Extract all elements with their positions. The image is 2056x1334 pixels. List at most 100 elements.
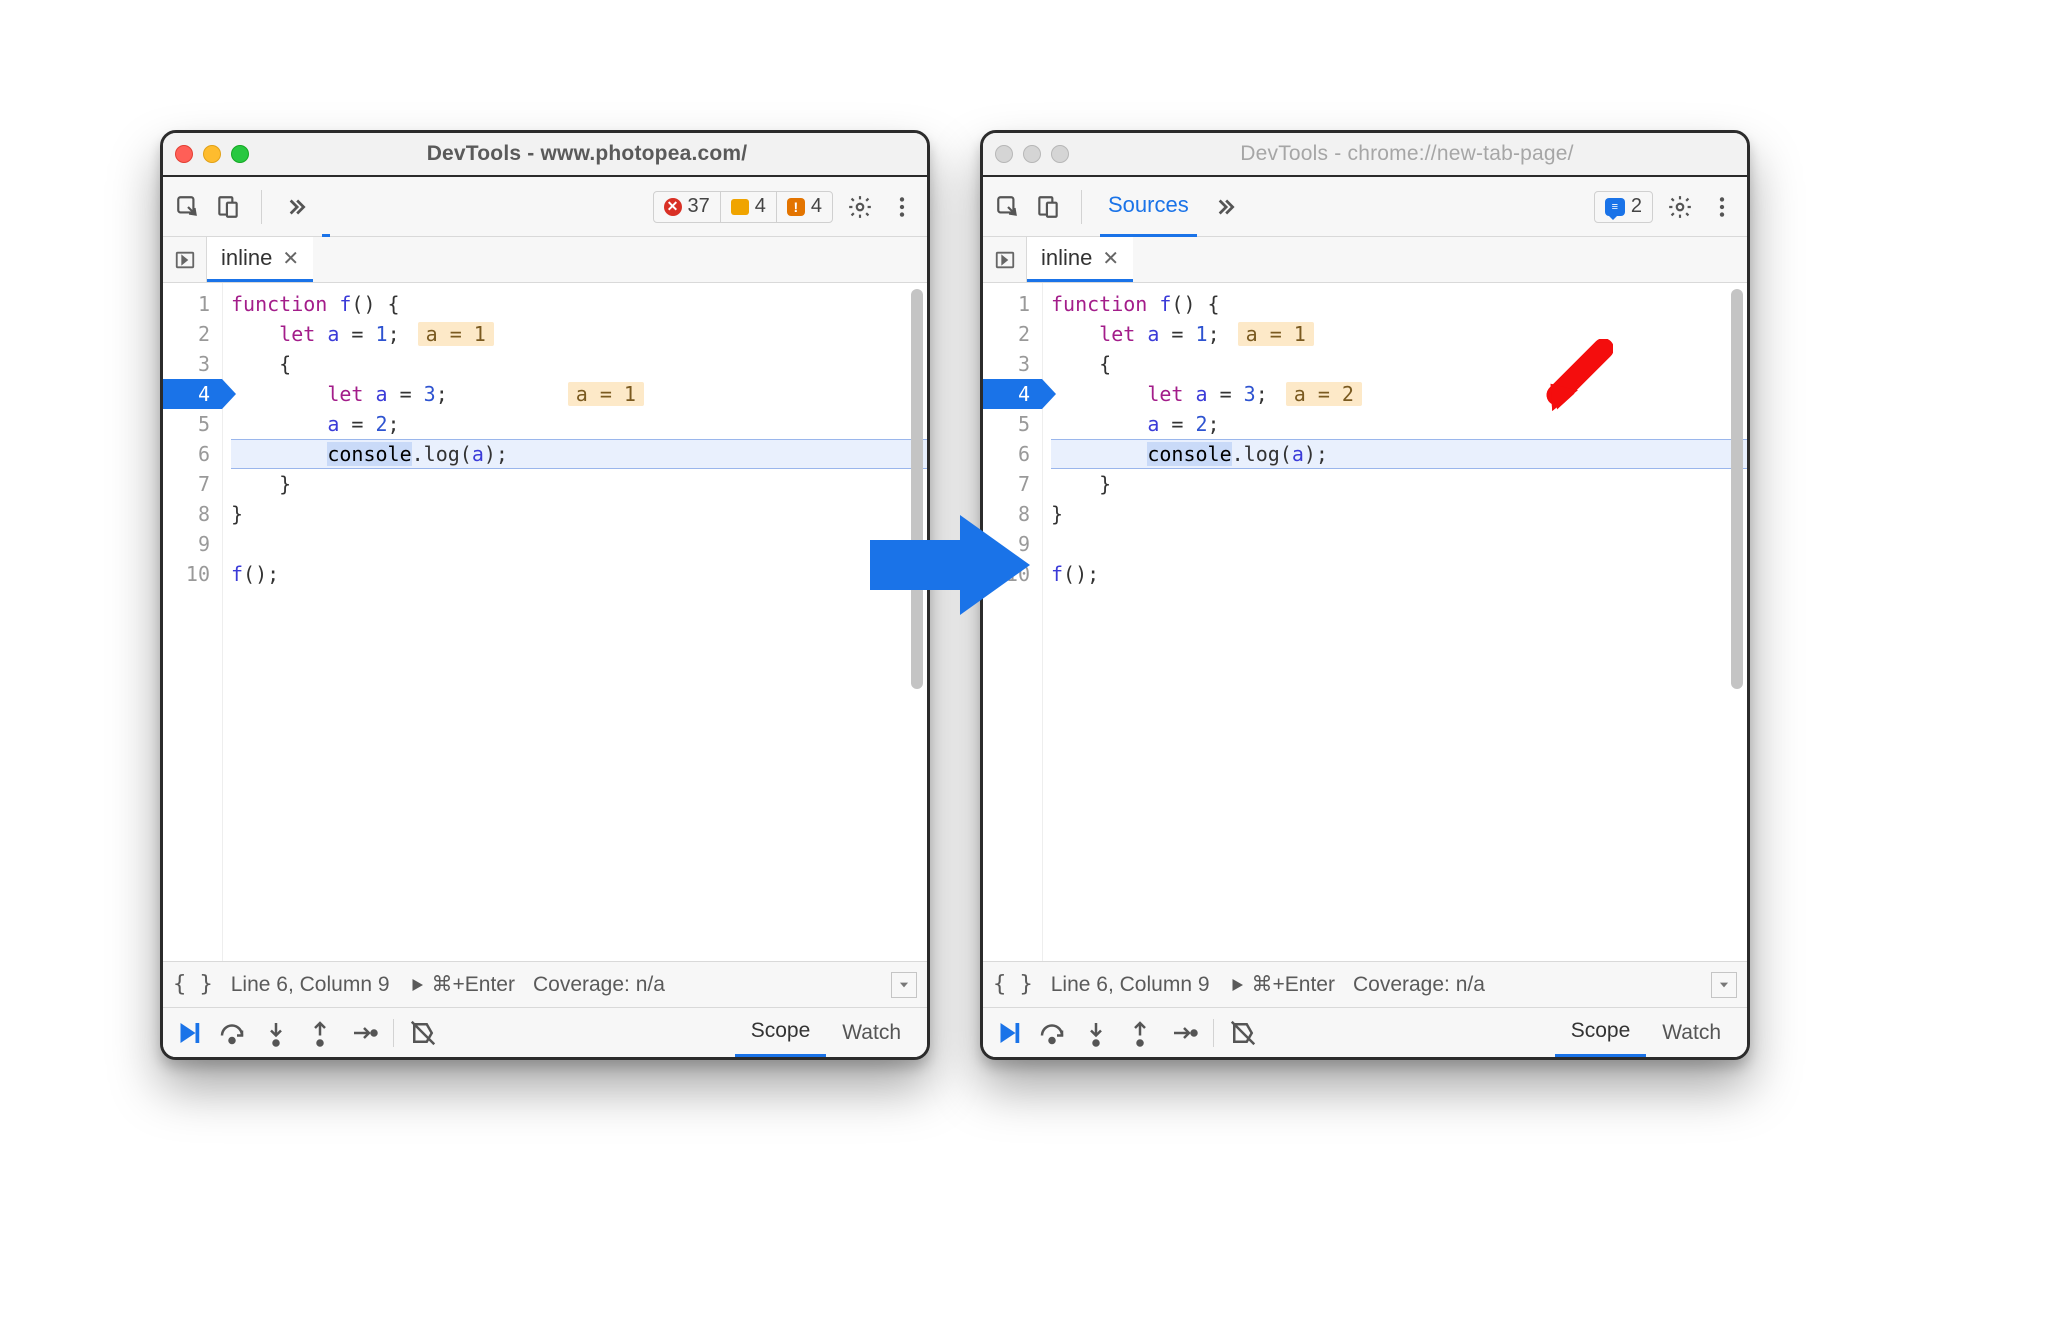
code-line[interactable]: let a = 3;a = 1: [231, 379, 927, 409]
close-dot[interactable]: [175, 145, 193, 163]
line-number[interactable]: 3: [163, 349, 222, 379]
code-line[interactable]: {: [1051, 349, 1747, 379]
deactivate-breakpoints-icon[interactable]: [408, 1018, 438, 1048]
code-line[interactable]: }: [1051, 469, 1747, 499]
resume-icon[interactable]: [993, 1018, 1023, 1048]
coverage-label: Coverage: n/a: [533, 973, 665, 997]
navigator-toggle-icon[interactable]: [163, 237, 207, 282]
line-number[interactable]: 2: [163, 319, 222, 349]
deactivate-breakpoints-icon[interactable]: [1228, 1018, 1258, 1048]
tab-watch[interactable]: Watch: [826, 1008, 917, 1057]
line-number[interactable]: 4: [983, 379, 1042, 409]
code-line[interactable]: a = 2;: [231, 409, 927, 439]
line-number[interactable]: 2: [983, 319, 1042, 349]
tab-scope[interactable]: Scope: [735, 1008, 827, 1057]
more-tabs-icon[interactable]: [1209, 192, 1239, 222]
dropdown-icon[interactable]: [891, 972, 917, 998]
code-line[interactable]: }: [1051, 499, 1747, 529]
device-toggle-icon[interactable]: [213, 192, 243, 222]
more-tabs-icon[interactable]: [280, 192, 310, 222]
line-number[interactable]: 9: [163, 529, 222, 559]
line-number[interactable]: 1: [983, 289, 1042, 319]
info-counter[interactable]: ≡ 2: [1595, 192, 1652, 222]
warning-counter[interactable]: 4: [720, 192, 776, 222]
zoom-dot[interactable]: [231, 145, 249, 163]
line-number[interactable]: 6: [983, 439, 1042, 469]
code-line[interactable]: f();: [231, 559, 927, 589]
step-into-icon[interactable]: [1081, 1018, 1111, 1048]
line-number[interactable]: 3: [983, 349, 1042, 379]
pretty-print-icon[interactable]: { }: [173, 972, 213, 997]
run-snippet[interactable]: ⌘+Enter: [408, 972, 515, 997]
scrollbar[interactable]: [911, 289, 923, 689]
line-number[interactable]: 4: [163, 379, 222, 409]
code-line[interactable]: console.log(a);: [231, 439, 927, 469]
zoom-dot[interactable]: [1051, 145, 1069, 163]
code-line[interactable]: let a = 3;a = 2: [1051, 379, 1747, 409]
inspect-icon[interactable]: [993, 192, 1023, 222]
code-line[interactable]: }: [231, 499, 927, 529]
dropdown-icon[interactable]: [1711, 972, 1737, 998]
titlebar: DevTools - www.photopea.com/: [163, 133, 927, 177]
step-out-icon[interactable]: [305, 1018, 335, 1048]
navigator-toggle-icon[interactable]: [983, 237, 1027, 282]
step-icon[interactable]: [1169, 1018, 1199, 1048]
code-area[interactable]: function f() { let a = 1;a = 1 { let a =…: [1043, 283, 1747, 961]
line-number[interactable]: 7: [163, 469, 222, 499]
tab-scope[interactable]: Scope: [1555, 1008, 1647, 1057]
line-number[interactable]: 8: [163, 499, 222, 529]
close-icon[interactable]: ✕: [282, 246, 299, 271]
line-number[interactable]: 5: [983, 409, 1042, 439]
pretty-print-icon[interactable]: { }: [993, 972, 1033, 997]
code-editor[interactable]: 12345678910 function f() { let a = 1;a =…: [163, 283, 927, 961]
status-bar: { } Line 6, Column 9 ⌘+Enter Coverage: n…: [983, 961, 1747, 1007]
tab-watch[interactable]: Watch: [1646, 1008, 1737, 1057]
kebab-icon[interactable]: [1707, 192, 1737, 222]
line-number[interactable]: 7: [983, 469, 1042, 499]
kebab-icon[interactable]: [887, 192, 917, 222]
error-counter[interactable]: ✕ 37: [654, 192, 720, 222]
code-area[interactable]: function f() { let a = 1;a = 1 { let a =…: [223, 283, 927, 961]
code-line[interactable]: [1051, 529, 1747, 559]
line-number[interactable]: 10: [163, 559, 222, 589]
file-tab-inline[interactable]: inline ✕: [207, 237, 313, 282]
tab-sources[interactable]: Sources: [1100, 177, 1197, 237]
line-number[interactable]: 6: [163, 439, 222, 469]
code-line[interactable]: {: [231, 349, 927, 379]
device-toggle-icon[interactable]: [1033, 192, 1063, 222]
code-line[interactable]: f();: [1051, 559, 1747, 589]
issues-count: 4: [811, 195, 822, 218]
console-counters[interactable]: ✕ 37 4 4: [653, 191, 834, 223]
file-tab-inline[interactable]: inline ✕: [1027, 237, 1133, 282]
code-line[interactable]: let a = 1;a = 1: [1051, 319, 1747, 349]
step-out-icon[interactable]: [1125, 1018, 1155, 1048]
minimize-dot[interactable]: [1023, 145, 1041, 163]
code-line[interactable]: console.log(a);: [1051, 439, 1747, 469]
console-counters[interactable]: ≡ 2: [1594, 191, 1653, 223]
inspect-icon[interactable]: [173, 192, 203, 222]
run-snippet[interactable]: ⌘+Enter: [1228, 972, 1335, 997]
step-into-icon[interactable]: [261, 1018, 291, 1048]
code-line[interactable]: function f() {: [231, 289, 927, 319]
info-icon: ≡: [1605, 198, 1625, 216]
gear-icon[interactable]: [1665, 192, 1695, 222]
close-icon[interactable]: ✕: [1102, 246, 1119, 271]
step-over-icon[interactable]: [1037, 1018, 1067, 1048]
close-dot[interactable]: [995, 145, 1013, 163]
code-line[interactable]: }: [231, 469, 927, 499]
scrollbar[interactable]: [1731, 289, 1743, 689]
code-line[interactable]: function f() {: [1051, 289, 1747, 319]
step-over-icon[interactable]: [217, 1018, 247, 1048]
code-editor[interactable]: 12345678910 function f() { let a = 1;a =…: [983, 283, 1747, 961]
code-line[interactable]: let a = 1;a = 1: [231, 319, 927, 349]
minimize-dot[interactable]: [203, 145, 221, 163]
line-number[interactable]: 5: [163, 409, 222, 439]
resume-icon[interactable]: [173, 1018, 203, 1048]
line-number[interactable]: 1: [163, 289, 222, 319]
devtools-toolbar: Sources ≡ 2: [983, 177, 1747, 237]
code-line[interactable]: [231, 529, 927, 559]
code-line[interactable]: a = 2;: [1051, 409, 1747, 439]
gear-icon[interactable]: [845, 192, 875, 222]
step-icon[interactable]: [349, 1018, 379, 1048]
issues-counter[interactable]: 4: [776, 192, 832, 222]
